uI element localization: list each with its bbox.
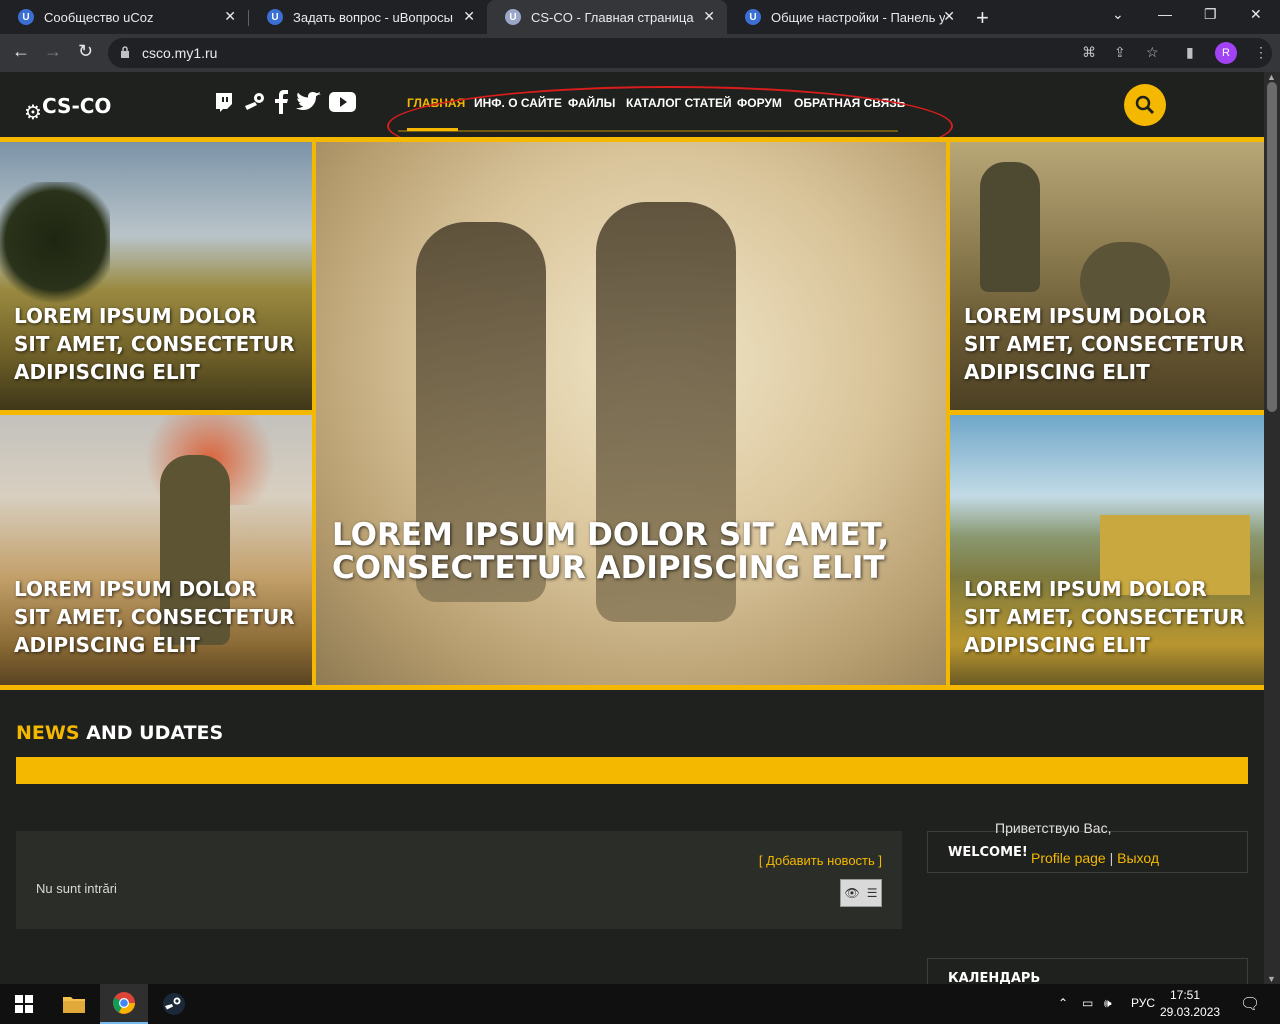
tab-csco-home[interactable]: U CS-CO - Главная страница ✕	[487, 0, 727, 34]
hero-tile-caption: LOREM IPSUM DOLOR SIT AMET, CONSECTETUR …	[14, 304, 295, 384]
browser-tab-strip: U Сообщество uCoz ✕ U Задать вопрос - uВ…	[0, 0, 1280, 34]
bookmark-star-icon[interactable]: ☆	[1146, 44, 1159, 61]
welcome-greeting: Приветствую Вас,	[995, 820, 1112, 836]
back-icon[interactable]: ←	[12, 41, 30, 62]
ucoz-favicon: U	[267, 9, 283, 25]
rss-list-icon[interactable]: ☰	[867, 886, 878, 900]
folder-icon	[63, 997, 85, 1013]
add-news-link[interactable]: [ Добавить новость ]	[759, 853, 882, 868]
browser-toolbar: ← → ↻ csco.my1.ru ⌘ ⇪ ☆ ▮ ⋮	[0, 34, 1280, 72]
eye-icon[interactable]: 👁	[845, 886, 860, 900]
ucoz-favicon: U	[18, 9, 34, 25]
hero-tile-caption: LOREM IPSUM DOLOR SIT AMET, CONSECTETUR …	[964, 304, 1245, 384]
restore-icon[interactable]: ❐	[1204, 6, 1217, 23]
scroll-down-arrow[interactable]: ▼	[1267, 974, 1276, 984]
language-indicator[interactable]: РУС	[1131, 996, 1155, 1010]
steam-taskbar-button[interactable]	[150, 984, 198, 1024]
close-tab-icon[interactable]: ✕	[703, 8, 715, 25]
tab-title: CS-CO - Главная страница	[531, 9, 694, 25]
welcome-links: Profile page | Выход	[1031, 850, 1159, 866]
minimize-icon[interactable]: —	[1158, 6, 1172, 22]
hero-tile-caption: LOREM IPSUM DOLOR SIT AMET, CONSECTETUR …	[14, 577, 295, 657]
file-explorer-button[interactable]	[50, 984, 98, 1024]
hero-tile-smoke-soldier[interactable]: LOREM IPSUM DOLOR SIT AMET, CONSECTETUR …	[0, 415, 312, 685]
ucoz-favicon: U	[745, 9, 761, 25]
lock-icon	[120, 46, 130, 58]
url-text: csco.my1.ru	[142, 45, 218, 61]
new-tab-icon[interactable]: +	[976, 5, 989, 31]
news-tools[interactable]: 👁 ☰	[840, 879, 882, 907]
hero-tile-field[interactable]: LOREM IPSUM DOLOR SIT AMET, CONSECTETUR …	[0, 142, 312, 410]
tab-search-icon[interactable]: ⌄	[1112, 6, 1124, 23]
chrome-icon	[113, 992, 135, 1014]
reload-icon[interactable]: ↻	[78, 41, 93, 62]
news-section-title: NEWS AND UDATES	[16, 722, 223, 744]
scroll-thumb[interactable]	[1267, 82, 1277, 412]
tab-ucoz-community[interactable]: U Сообщество uCoz ✕	[0, 0, 248, 34]
tab-uvoprosy[interactable]: U Задать вопрос - uВопросы ✕	[249, 0, 487, 34]
network-icon[interactable]: ▭	[1082, 996, 1093, 1010]
calendar-title: КАЛЕНДАРЬ	[948, 971, 1041, 984]
close-tab-icon[interactable]: ✕	[224, 8, 236, 25]
news-divider-bar	[16, 757, 1248, 784]
soldier-silhouette	[980, 162, 1040, 292]
windows-taskbar: ⌃ ▭ 🕪 РУС 17:51 29.03.2023 🗨	[0, 984, 1280, 1024]
address-bar[interactable]: csco.my1.ru	[108, 38, 1272, 68]
windows-logo-icon	[15, 995, 33, 1013]
link-divider: |	[1105, 850, 1118, 866]
page-scrollbar[interactable]: ▲ ▼	[1264, 72, 1280, 984]
hero-tile-caption: LOREM IPSUM DOLOR SIT AMET, CONSECTETUR …	[964, 577, 1245, 657]
menu-dots-icon[interactable]: ⋮	[1254, 44, 1268, 61]
hero-tile-rifleman[interactable]: LOREM IPSUM DOLOR SIT AMET, CONSECTETUR …	[950, 142, 1264, 410]
ucoz-favicon: U	[505, 9, 521, 25]
close-window-icon[interactable]: ✕	[1250, 6, 1262, 23]
close-tab-icon[interactable]: ✕	[463, 8, 475, 25]
youtube-icon[interactable]	[329, 92, 356, 118]
clock-time: 17:51	[1169, 988, 1201, 1002]
news-title-highlight: NEWS	[16, 722, 80, 744]
search-button[interactable]	[1124, 84, 1166, 126]
hero-bottom-border	[0, 685, 1264, 690]
share-icon[interactable]: ⇪	[1114, 44, 1126, 61]
news-empty-message: Nu sunt intrări	[36, 881, 117, 896]
tree-shape	[0, 182, 110, 312]
news-list: [ Добавить новость ] Nu sunt intrări 👁 ☰	[16, 831, 902, 929]
tray-chevron-icon[interactable]: ⌃	[1058, 996, 1068, 1010]
steam-icon[interactable]	[244, 92, 266, 118]
system-clock[interactable]: 17:51 29.03.2023	[1160, 987, 1221, 1021]
logout-link[interactable]: Выход	[1117, 850, 1159, 866]
close-tab-icon[interactable]: ✕	[943, 8, 955, 25]
steam-icon	[163, 993, 185, 1015]
profile-avatar[interactable]: R	[1215, 42, 1237, 64]
notifications-icon[interactable]: 🗨	[1240, 994, 1260, 1014]
scroll-up-arrow[interactable]: ▲	[1267, 72, 1276, 82]
side-panel-icon[interactable]: ▮	[1186, 44, 1194, 61]
web-page: ⚙ CS-CO ГЛАВНАЯ ИНФ. О САЙТЕ ФАЙЛЫ КАТАЛ…	[0, 72, 1264, 984]
chrome-taskbar-button[interactable]	[100, 984, 148, 1024]
hero-tile-truck[interactable]: LOREM IPSUM DOLOR SIT AMET, CONSECTETUR …	[950, 415, 1264, 685]
translate-icon[interactable]: ⌘	[1082, 44, 1096, 61]
facebook-icon[interactable]	[274, 90, 288, 120]
clock-date: 29.03.2023	[1160, 1005, 1221, 1019]
site-logo[interactable]: CS-CO	[42, 94, 111, 118]
tab-title: Общие настройки - Панель упр	[771, 9, 945, 25]
hero-tile-main[interactable]: LOREM IPSUM DOLOR SIT AMET, CONSECTETUR …	[316, 142, 946, 685]
tab-general-settings[interactable]: U Общие настройки - Панель упр ✕	[727, 0, 967, 34]
twitter-icon[interactable]	[296, 92, 322, 118]
profile-page-link[interactable]: Profile page	[1031, 850, 1106, 866]
calendar-panel: КАЛЕНДАРЬ	[927, 958, 1248, 984]
forward-icon[interactable]: →	[44, 41, 62, 62]
hero-tile-main-caption: LOREM IPSUM DOLOR SIT AMET, CONSECTETUR …	[332, 517, 890, 586]
volume-icon[interactable]: 🕪	[1104, 996, 1112, 1011]
twitch-icon[interactable]	[214, 92, 234, 118]
start-button[interactable]	[0, 984, 48, 1024]
news-title-rest: AND UDATES	[79, 722, 224, 744]
search-icon	[1135, 95, 1155, 115]
tab-title: Задать вопрос - uВопросы	[293, 9, 453, 25]
tab-title: Сообщество uCoz	[44, 9, 154, 25]
